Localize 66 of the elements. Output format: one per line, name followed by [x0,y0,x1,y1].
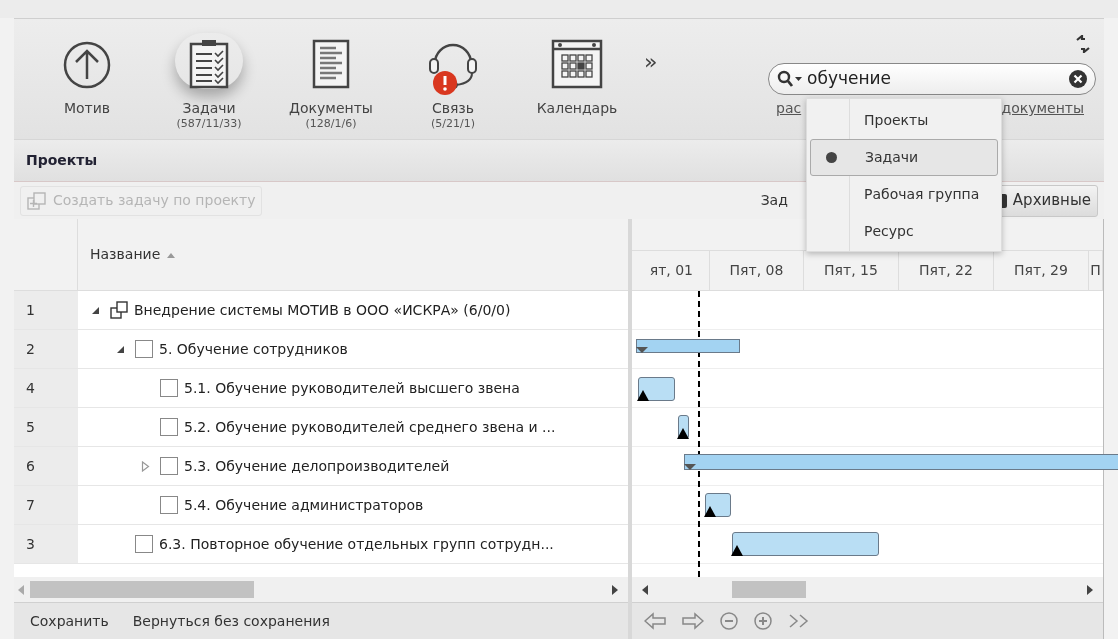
row-number: 7 [26,495,35,515]
toolbar-item[interactable]: Задачи (587/11/33) [148,33,270,131]
row-number: 3 [26,534,35,554]
toolbar-item[interactable]: Связь (5/21/1) [392,33,514,131]
footer-button[interactable]: Сохранить [30,610,109,632]
row-checkbox[interactable] [160,379,178,397]
row-number: 6 [26,456,35,476]
date-header: Пят, 08 [710,251,804,290]
clipboard-checklist-icon [189,39,229,89]
date-header: ят, 01 [632,251,710,290]
row-number: 1 [26,300,35,320]
expanded-arrow-icon[interactable] [115,344,125,354]
scrollbar-thumb[interactable] [732,581,806,598]
row-checkbox[interactable] [160,457,178,475]
row-checkbox[interactable] [135,340,153,358]
toolbar-item[interactable]: Календарь [514,33,640,117]
sync-arrows-icon[interactable] [1074,35,1092,53]
project-icon [110,301,128,319]
summary-bar[interactable] [684,454,1118,470]
task-title: 5.1. Обучение руководителей высшего звена [184,378,520,398]
task-bar[interactable] [705,493,731,517]
search-icon[interactable] [777,70,803,88]
toolbar-item[interactable]: Документы (128/1/6) [270,33,392,131]
clear-icon[interactable] [1069,70,1087,88]
up-arrow-circle-icon [63,41,111,89]
toolbar-item[interactable]: Мотив [26,33,148,117]
scroll-right-icon[interactable] [1087,584,1093,595]
section-title: Проекты [26,151,98,170]
expanded-arrow-icon[interactable] [90,305,100,315]
task-title: 5.3. Обучение делопроизводителей [184,456,450,476]
document-icon [312,39,350,89]
zoom-out-icon[interactable] [720,612,738,630]
scroll-right-icon[interactable] [612,584,618,595]
arrow-left-icon[interactable] [644,612,666,630]
row-checkbox[interactable] [160,496,178,514]
date-header: П [1089,251,1103,290]
filter-label: Зад [760,191,788,210]
scroll-left-icon[interactable] [642,584,648,595]
task-bar[interactable] [678,415,689,439]
arrow-right-icon[interactable] [682,612,704,630]
task-bar[interactable] [638,377,675,401]
calendar-icon [551,39,603,89]
task-title: 6.3. Повторное обучение отдельных групп сотрудн... [159,534,554,554]
search-value: обучение [807,67,893,91]
collapsed-arrow-icon[interactable] [140,460,150,472]
task-title: 5. Обучение сотрудников [159,339,348,359]
add-subtask-icon [27,190,47,211]
row-number: 5 [26,417,35,437]
footer-button[interactable]: Вернуться без сохранения [132,610,330,632]
menu-item[interactable]: Задачи [810,139,998,176]
task-title: Внедрение системы МОТИВ в ООО «ИСКРА» (6/0/0) [134,300,511,320]
more-button[interactable]: » [644,51,658,73]
scrollbar-thumb[interactable] [30,581,254,598]
task-title: 5.2. Обучение руководителей среднего звена и ... [184,417,556,437]
zoom-in-icon[interactable] [754,612,772,630]
task-title: 5.4. Обучение администраторов [184,495,424,515]
double-chevron-icon[interactable] [788,613,810,629]
row-checkbox[interactable] [135,535,153,553]
row-checkbox[interactable] [160,418,178,436]
row-number: 2 [26,339,35,359]
search-field[interactable]: обучение [768,63,1096,95]
search-link[interactable]: документы [1001,98,1084,119]
summary-bar[interactable] [636,339,740,353]
search-link[interactable]: рас [776,98,802,119]
row-number: 4 [26,378,35,398]
menu-item[interactable]: Проекты [810,102,998,139]
